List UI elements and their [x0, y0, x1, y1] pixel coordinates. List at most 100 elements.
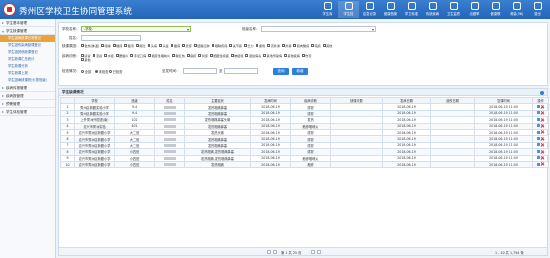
edit-icon[interactable] — [537, 156, 540, 160]
checkbox-option[interactable]: 其他传染病 — [263, 53, 282, 58]
pager: 第 1 共 25 页 1 - 10 共 1,794 条 — [59, 247, 547, 255]
checkbox-option[interactable]: 呕吐 — [135, 43, 146, 48]
checkbox-option[interactable]: 头晕 — [159, 43, 169, 48]
checkbox-icon — [101, 43, 104, 47]
delete-icon[interactable] — [541, 105, 544, 108]
delete-icon[interactable] — [541, 124, 544, 127]
checkbox-option[interactable]: 腮腺炎 — [115, 53, 128, 58]
checkbox-option[interactable]: 诺如病毒 — [245, 53, 261, 58]
checkbox-option[interactable]: 鼻塞 — [281, 43, 291, 48]
edit-icon[interactable] — [537, 162, 540, 166]
nav-item[interactable]: 健康档案 — [380, 1, 401, 18]
sidebar-item[interactable]: 学生因其他缺课登记 — [0, 49, 55, 56]
checkbox-option[interactable]: 流感 — [92, 53, 102, 58]
nav-item[interactable]: 消息(36) — [506, 1, 527, 18]
delete-icon[interactable] — [541, 143, 544, 146]
radio-option[interactable]: 全部 — [81, 69, 91, 74]
sidebar-item[interactable]: 学生因病缺课统计(按班级) — [0, 77, 55, 84]
radio-label: 未检查 — [98, 70, 109, 74]
nav-item[interactable]: 学卫标准 — [401, 1, 422, 18]
delete-icon[interactable] — [541, 156, 544, 159]
health-record-icon — [386, 2, 395, 10]
edit-icon[interactable] — [537, 105, 540, 109]
school-select[interactable]: -学校- — [81, 26, 191, 32]
add-button[interactable]: 新增 — [292, 67, 308, 75]
checkbox-option[interactable]: 腹痛 — [170, 43, 180, 48]
checkbox-option[interactable]: 咳痰 — [311, 43, 321, 48]
sidebar-item[interactable]: 学生缺课分析 — [0, 63, 55, 70]
checkbox-option[interactable]: 皮疹 — [182, 43, 192, 48]
nav-item[interactable]: 应急记录 — [359, 1, 380, 18]
edit-icon[interactable] — [537, 124, 540, 128]
sidebar-group[interactable]: 学生基本管理 — [0, 19, 55, 27]
checkbox-option[interactable]: 其他疾病 — [284, 53, 300, 58]
checkbox-option[interactable]: 肌肉酸痛 — [293, 43, 309, 48]
checkbox-icon — [148, 53, 151, 57]
nav-item[interactable]: 健康联 — [485, 1, 506, 18]
prev-page-icon[interactable] — [273, 250, 277, 254]
checkbox-option[interactable]: 发热(体温) — [81, 43, 99, 48]
table-cell: 嘉兴市秀洲区新塍小学 — [74, 141, 115, 150]
sidebar-group[interactable]: 预警管理 — [0, 100, 55, 108]
sidebar-group[interactable]: 疾病传报管理 — [0, 84, 55, 92]
name-input[interactable] — [81, 35, 141, 41]
checkbox-option[interactable]: 疱疹性咽峡炎 — [148, 53, 170, 58]
checkbox-option[interactable]: 关节痛 — [229, 43, 242, 48]
sidebar-group[interactable]: 学生体检管理 — [0, 108, 55, 116]
checkbox-option[interactable]: 其他 — [322, 43, 332, 48]
checkbox-option[interactable]: 乏力 — [244, 43, 254, 48]
nav-item[interactable]: 退出 — [527, 1, 548, 18]
sidebar-item[interactable]: 学生缺课上报 — [0, 70, 55, 77]
delete-icon[interactable] — [541, 111, 544, 114]
checkbox-option[interactable]: 腹泻 — [124, 43, 134, 48]
refresh-icon[interactable] — [540, 90, 544, 95]
checkbox-icon — [284, 53, 287, 57]
checkbox-option[interactable]: 结膜红肿 — [193, 43, 210, 48]
date-start-input[interactable] — [183, 68, 217, 74]
checkbox-option[interactable]: 风疹 — [198, 53, 208, 58]
sidebar-group[interactable]: 学生缺课管理 — [0, 27, 55, 35]
checkbox-option[interactable]: 咽痛 — [112, 43, 122, 48]
date-end-input[interactable] — [224, 68, 258, 74]
radio-option[interactable]: 未检查 — [95, 69, 108, 74]
delete-icon[interactable] — [541, 131, 544, 134]
checkbox-option[interactable]: 细菌性痢疾 — [209, 53, 229, 58]
table-row[interactable]: 10 嘉兴市秀洲区新塍小学 小四班 发热咽痛 2018-06-19 疱疹 2018-06-1… — [60, 160, 549, 169]
checkbox-option[interactable]: 猩红热 — [172, 53, 185, 58]
first-page-icon[interactable] — [267, 250, 271, 254]
sidebar-item[interactable]: 学生缺课汇总统计 — [0, 56, 55, 63]
edit-icon[interactable] — [537, 111, 540, 115]
checkbox-option[interactable]: 其他 — [81, 58, 91, 62]
checkbox-option[interactable]: 流鼻涕 — [267, 43, 280, 48]
sidebar-item[interactable]: 学生因传染病缺课登记 — [0, 42, 55, 49]
checkbox-option[interactable]: 眼睛疼痛 — [211, 43, 227, 48]
checkbox-option[interactable]: 疲倦 — [255, 43, 265, 48]
delete-icon[interactable] — [541, 163, 544, 166]
checkbox-option[interactable]: 肺结核 — [230, 53, 243, 58]
query-button[interactable]: 查询 — [273, 67, 289, 75]
radio-option[interactable]: 已检查 — [109, 69, 122, 74]
checkbox-option[interactable]: 头痛 — [147, 43, 157, 48]
sidebar-item[interactable]: 学生因病缺课日常登记 — [0, 35, 55, 42]
checkbox-option[interactable]: 手足口病 — [130, 53, 146, 58]
next-page-icon[interactable] — [311, 250, 315, 254]
delete-icon[interactable] — [541, 137, 544, 140]
last-page-icon[interactable] — [317, 250, 321, 254]
nav-item[interactable]: 出题率 — [464, 1, 485, 18]
checkbox-label: 咳嗽 — [104, 43, 111, 48]
checkbox-option[interactable]: 伤害 — [301, 53, 311, 58]
nav-item[interactable]: 学生检 — [338, 1, 359, 18]
class-select[interactable] — [261, 26, 376, 32]
edit-icon[interactable] — [537, 143, 540, 147]
delete-icon[interactable] — [541, 118, 544, 121]
checkbox-option[interactable]: 水痘 — [104, 53, 114, 58]
nav-item[interactable]: 学生库 — [317, 1, 338, 18]
school-label: 学校名称： — [62, 27, 80, 31]
delete-icon[interactable] — [541, 150, 544, 153]
nav-item-label: 传统疾病 — [425, 12, 440, 16]
sidebar-group[interactable]: 疾病报管理 — [0, 92, 55, 100]
checkbox-option[interactable]: 麻疹 — [186, 53, 196, 58]
nav-item[interactable]: 卫生监督 — [443, 1, 464, 18]
checkbox-option[interactable]: 咳嗽 — [101, 43, 111, 48]
nav-item[interactable]: 传统疾病 — [422, 1, 443, 18]
